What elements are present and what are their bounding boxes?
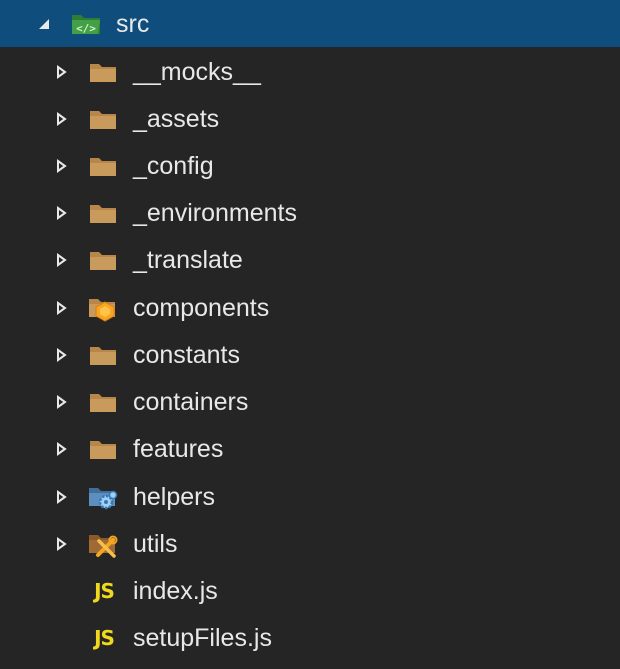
tree-item-label: constants	[133, 341, 241, 369]
tree-item-label: _environments	[133, 199, 297, 227]
tree-item-folder[interactable]: constants	[0, 331, 620, 378]
tree-item-folder[interactable]: _config	[0, 142, 620, 189]
tree-item-label: src	[116, 10, 150, 38]
svg-text:</>: </>	[76, 22, 96, 35]
chevron-right-icon[interactable]	[54, 347, 68, 362]
tree-item-label: __mocks__	[133, 58, 261, 86]
chevron-right-icon[interactable]	[54, 300, 68, 315]
tree-item-folder[interactable]: _assets	[0, 95, 620, 142]
folder-components-icon	[87, 294, 119, 322]
chevron-expanded-icon[interactable]	[37, 17, 51, 31]
chevron-right-icon[interactable]	[54, 64, 68, 79]
js-file-icon: JS	[94, 579, 115, 603]
tree-item-label: containers	[133, 388, 249, 416]
folder-src-open-icon: </>	[70, 10, 104, 38]
chevron-right-icon[interactable]	[54, 489, 68, 504]
tree-item-folder[interactable]: __mocks__	[0, 48, 620, 95]
chevron-right-icon[interactable]	[54, 252, 68, 267]
js-file-icon: JS	[94, 626, 115, 650]
tree-item-label: _translate	[133, 246, 243, 274]
tree-item-label: helpers	[133, 483, 215, 511]
tree-item-folder[interactable]: utils	[0, 520, 620, 567]
chevron-right-icon[interactable]	[54, 111, 68, 126]
tree-item-label: components	[133, 294, 270, 322]
tree-item-file[interactable]: JS index.js	[0, 567, 620, 614]
folder-icon	[87, 388, 119, 416]
tree-item-folder[interactable]: features	[0, 425, 620, 472]
folder-icon	[87, 105, 119, 133]
folder-helpers-icon	[87, 483, 119, 511]
tree-item-folder[interactable]: _translate	[0, 236, 620, 283]
folder-icon	[87, 435, 119, 463]
chevron-right-icon[interactable]	[54, 205, 68, 220]
tree-item-folder[interactable]: helpers	[0, 473, 620, 520]
chevron-right-icon[interactable]	[54, 536, 68, 551]
tree-item-label: features	[133, 435, 224, 463]
file-explorer-tree: </> src __mocks__ _assets _config _envir…	[0, 0, 620, 669]
tree-item-label: utils	[133, 530, 178, 558]
tree-item-folder[interactable]: containers	[0, 378, 620, 425]
tree-item-folder[interactable]: _environments	[0, 189, 620, 236]
chevron-right-icon[interactable]	[54, 394, 68, 409]
tree-item-label: setupFiles.js	[133, 624, 272, 652]
folder-utils-icon	[87, 530, 119, 558]
tree-item-label: _config	[133, 152, 214, 180]
tree-item-file[interactable]: JS setupFiles.js	[0, 614, 620, 661]
tree-item-label: _assets	[133, 105, 220, 133]
tree-item-src[interactable]: </> src	[0, 0, 620, 47]
chevron-right-icon[interactable]	[54, 158, 68, 173]
folder-icon	[87, 152, 119, 180]
chevron-right-icon[interactable]	[54, 441, 68, 456]
tree-item-folder[interactable]: components	[0, 284, 620, 331]
folder-icon	[87, 58, 119, 86]
folder-icon	[87, 246, 119, 274]
folder-icon	[87, 341, 119, 369]
tree-item-label: index.js	[133, 577, 218, 605]
folder-icon	[87, 199, 119, 227]
